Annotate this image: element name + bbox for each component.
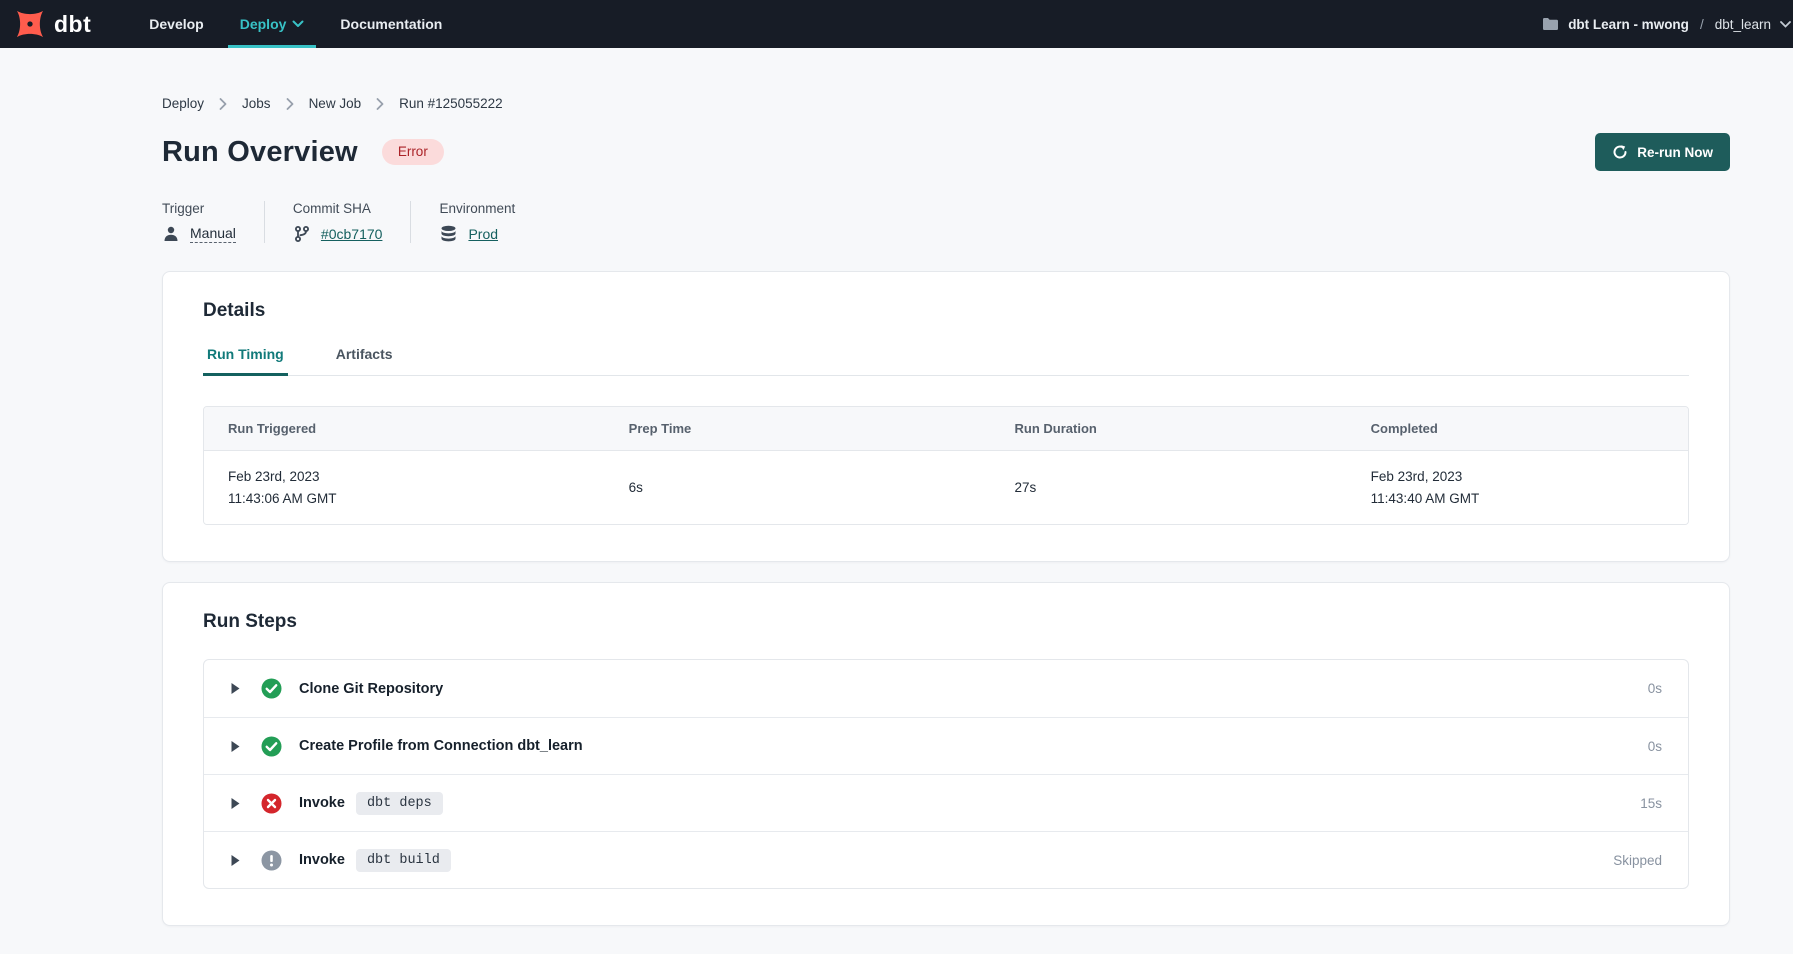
step-name: Invoke (299, 852, 345, 868)
success-check-icon (261, 678, 282, 699)
top-nav: dbt Develop Deploy Documentation dbt Lea… (0, 0, 1793, 48)
meta-environment: Environment Prod (410, 201, 543, 243)
dbt-logo-icon (14, 8, 46, 40)
account-project-switcher[interactable]: dbt Learn - mwong / dbt_learn (1542, 0, 1793, 48)
steps-list: Clone Git Repository 0s Create Profile f… (203, 659, 1689, 889)
caret-right-icon[interactable] (230, 797, 241, 810)
meta-trigger: Trigger Manual (162, 201, 264, 243)
nav-items: Develop Deploy Documentation (131, 0, 460, 48)
breadcrumb-deploy[interactable]: Deploy (162, 96, 204, 111)
step-name: Invoke (299, 795, 345, 811)
breadcrumb-jobs[interactable]: Jobs (242, 96, 271, 111)
step-duration: 15s (1640, 796, 1662, 811)
account-name: dbt Learn - mwong (1568, 17, 1689, 32)
chevron-down-icon (1780, 21, 1791, 28)
step-command-chip: dbt build (356, 849, 451, 872)
chevron-right-icon (286, 98, 294, 110)
account-separator: / (1698, 17, 1706, 32)
skipped-exclamation-icon (261, 850, 282, 871)
col-completed: Completed (1347, 407, 1688, 451)
step-duration: 0s (1648, 739, 1662, 754)
error-x-icon (261, 793, 282, 814)
cell-run-triggered: Feb 23rd, 2023 11:43:06 AM GMT (204, 451, 605, 524)
step-name: Create Profile from Connection dbt_learn (299, 738, 583, 754)
project-name: dbt_learn (1715, 17, 1771, 32)
caret-right-icon[interactable] (230, 740, 241, 753)
title-row: Run Overview Error Re-run Now (162, 133, 1730, 171)
breadcrumb-run-number: Run #125055222 (399, 96, 503, 111)
nav-item-label: Deploy (240, 16, 287, 32)
folder-icon (1542, 17, 1559, 31)
step-command-chip: dbt deps (356, 792, 443, 815)
run-timing-table: Run Triggered Prep Time Run Duration Com… (203, 406, 1689, 525)
page-title: Run Overview (162, 136, 358, 169)
step-duration: Skipped (1613, 853, 1662, 868)
cell-run-duration: 27s (991, 451, 1347, 524)
details-title: Details (203, 300, 1689, 322)
chevron-down-icon (292, 20, 304, 28)
caret-right-icon[interactable] (230, 682, 241, 695)
run-steps-title: Run Steps (203, 611, 1689, 633)
col-run-duration: Run Duration (991, 407, 1347, 451)
details-tabs: Run Timing Artifacts (203, 346, 1689, 376)
col-prep-time: Prep Time (605, 407, 991, 451)
trigger-value[interactable]: Manual (190, 225, 236, 243)
step-invoke-dbt-build[interactable]: Invoke dbt build Skipped (204, 831, 1688, 888)
run-overview-page: Deploy Jobs New Job Run #125055222 Run O… (0, 96, 1793, 926)
commit-sha-link[interactable]: #0cb7170 (321, 226, 383, 242)
step-clone-git-repository[interactable]: Clone Git Repository 0s (204, 660, 1688, 717)
environment-label: Environment (439, 201, 515, 216)
table-row: Feb 23rd, 2023 11:43:06 AM GMT 6s 27s Fe… (204, 451, 1688, 524)
cell-completed: Feb 23rd, 2023 11:43:40 AM GMT (1347, 451, 1688, 524)
environment-link[interactable]: Prod (468, 226, 498, 242)
trigger-label: Trigger (162, 201, 236, 216)
status-badge: Error (382, 139, 444, 165)
tab-artifacts[interactable]: Artifacts (332, 346, 397, 375)
commit-sha-label: Commit SHA (293, 201, 383, 216)
dbt-logo[interactable]: dbt (0, 0, 105, 48)
refresh-icon (1612, 144, 1628, 160)
tab-run-timing[interactable]: Run Timing (203, 346, 288, 375)
col-run-triggered: Run Triggered (204, 407, 605, 451)
success-check-icon (261, 736, 282, 757)
table-header-row: Run Triggered Prep Time Run Duration Com… (204, 407, 1688, 451)
nav-item-deploy[interactable]: Deploy (222, 0, 323, 48)
rerun-now-label: Re-run Now (1637, 145, 1713, 160)
step-name: Clone Git Repository (299, 681, 443, 697)
run-steps-card: Run Steps Clone Git Repository 0s Create… (162, 582, 1730, 926)
person-icon (162, 225, 180, 243)
step-invoke-dbt-deps[interactable]: Invoke dbt deps 15s (204, 774, 1688, 831)
nav-item-label: Documentation (340, 16, 442, 32)
nav-item-label: Develop (149, 16, 203, 32)
breadcrumb: Deploy Jobs New Job Run #125055222 (162, 96, 1730, 111)
details-card: Details Run Timing Artifacts Run Trigger… (162, 271, 1730, 562)
database-icon (439, 225, 458, 243)
chevron-right-icon (376, 98, 384, 110)
step-duration: 0s (1648, 681, 1662, 696)
chevron-right-icon (219, 98, 227, 110)
nav-item-develop[interactable]: Develop (131, 0, 221, 48)
rerun-now-button[interactable]: Re-run Now (1595, 133, 1730, 171)
meta-commit-sha: Commit SHA #0cb7170 (264, 201, 411, 243)
dbt-logo-text: dbt (54, 11, 91, 38)
step-create-profile[interactable]: Create Profile from Connection dbt_learn… (204, 717, 1688, 774)
run-meta-row: Trigger Manual Commit SHA #0cb7170 (162, 201, 1730, 243)
cell-prep-time: 6s (605, 451, 991, 524)
caret-right-icon[interactable] (230, 854, 241, 867)
git-branch-icon (293, 225, 311, 243)
nav-item-documentation[interactable]: Documentation (322, 0, 460, 48)
breadcrumb-new-job[interactable]: New Job (309, 96, 362, 111)
